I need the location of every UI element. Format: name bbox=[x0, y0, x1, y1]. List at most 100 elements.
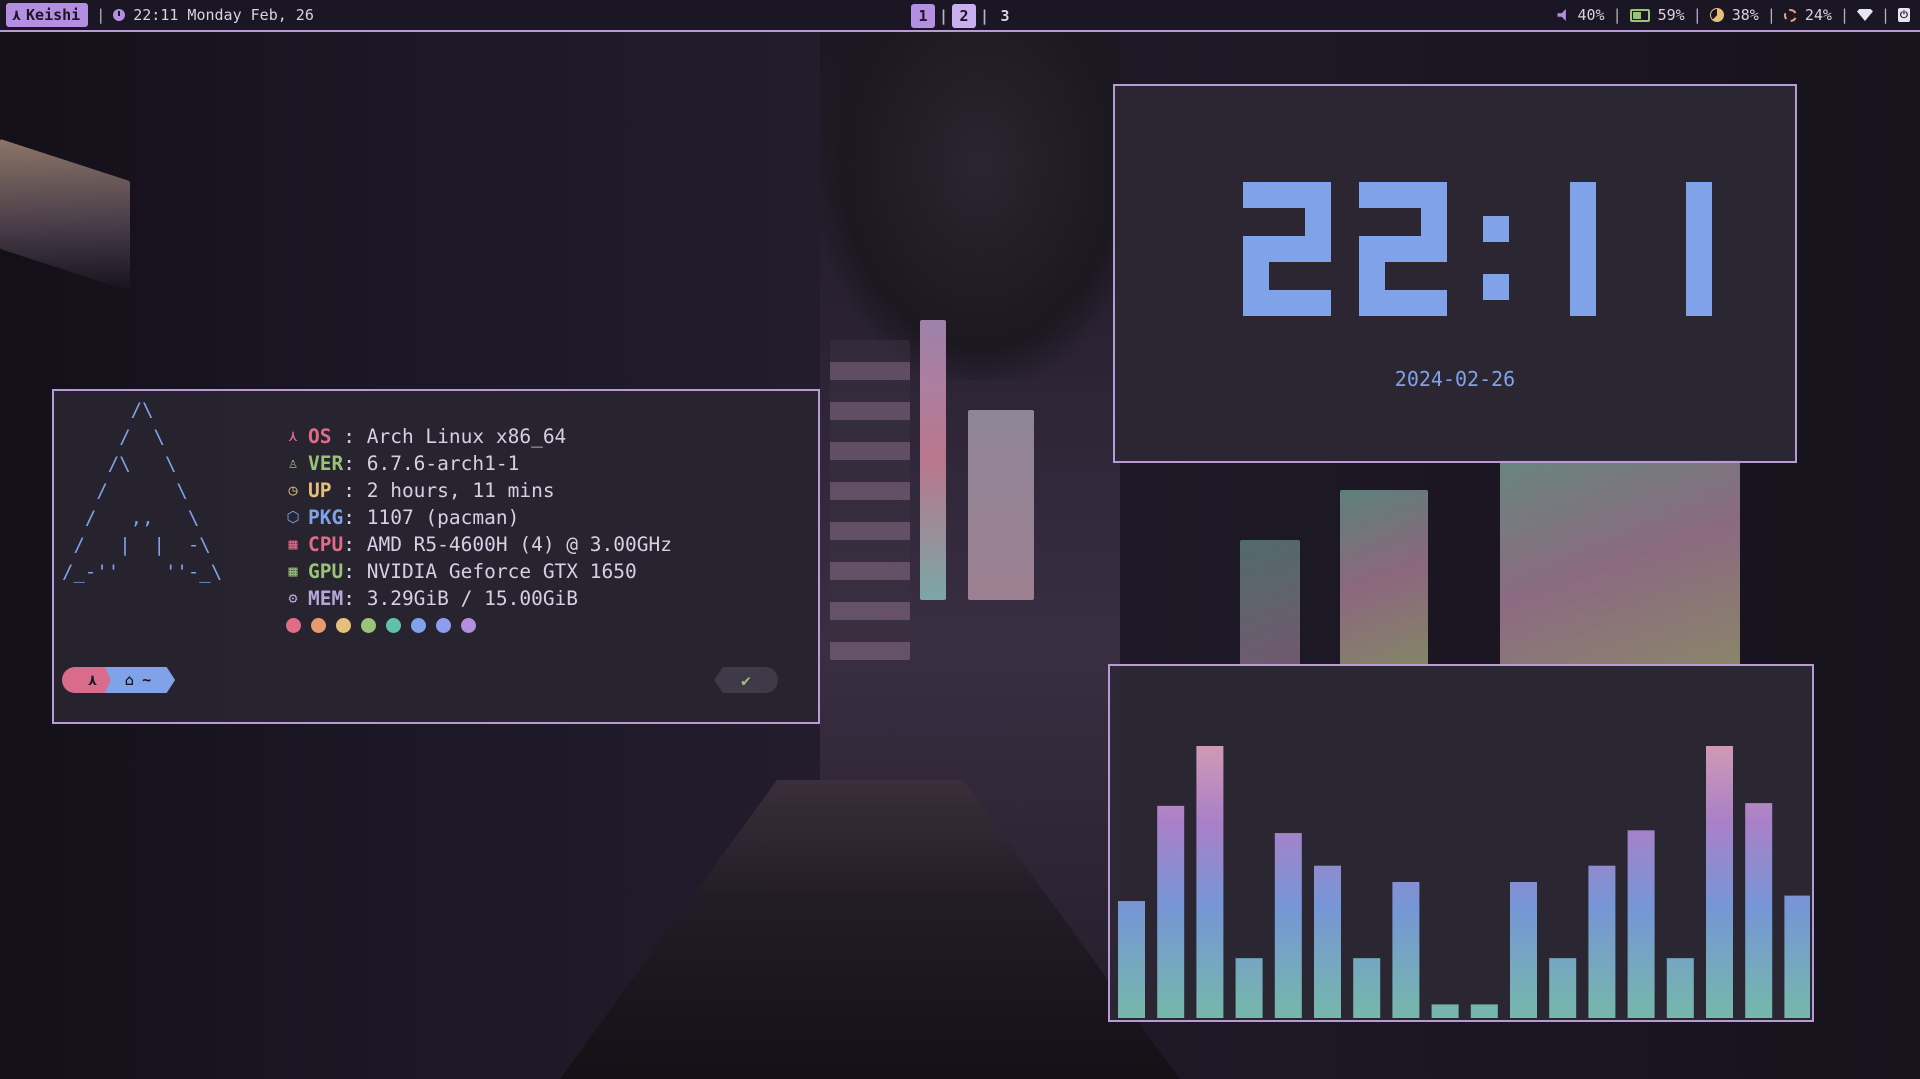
audio-visualizer bbox=[1108, 664, 1814, 1022]
clock-digit bbox=[1570, 182, 1596, 316]
gpu-icon: ▦ bbox=[288, 562, 298, 580]
separator: | bbox=[980, 7, 990, 25]
workspace-switcher: 1 | 2 | 3 bbox=[911, 4, 1017, 28]
home-icon: ⌂ bbox=[125, 671, 135, 689]
info-key: VER bbox=[308, 452, 344, 475]
clock-time bbox=[1243, 182, 1712, 316]
system-stats: 40% | 59% | 38% | 24% | | ⏻ bbox=[1557, 0, 1910, 30]
memory-icon: ⚙ bbox=[288, 589, 298, 607]
separator: | bbox=[1692, 6, 1702, 24]
separator: | bbox=[1766, 6, 1776, 24]
info-value: 6.7.6-arch1-1 bbox=[366, 452, 520, 475]
visualizer-bar bbox=[1118, 901, 1145, 1018]
temperature-value: 24% bbox=[1804, 6, 1832, 24]
wifi-icon[interactable] bbox=[1856, 9, 1873, 21]
palette-dot bbox=[386, 618, 401, 633]
workspace-2-button[interactable]: 2 bbox=[952, 4, 977, 28]
clock-time-text: 22:11 bbox=[1115, 86, 1116, 87]
info-colon: : bbox=[331, 479, 367, 502]
workspace-3-button[interactable]: 3 bbox=[993, 4, 1017, 28]
temperature-icon bbox=[1783, 8, 1797, 22]
visualizer-bar bbox=[1627, 830, 1655, 1018]
user-menu-button[interactable]: ⋏ Keishi bbox=[6, 3, 89, 27]
separator: | bbox=[1612, 6, 1622, 24]
visualizer-bar bbox=[1549, 958, 1577, 1018]
workspace-1-button[interactable]: 1 bbox=[911, 4, 935, 28]
visualizer-bar bbox=[1431, 1004, 1459, 1018]
palette-dot bbox=[411, 618, 426, 633]
visualizer-bar bbox=[1392, 882, 1420, 1018]
cpu-icon: ▦ bbox=[288, 535, 298, 553]
temperature-indicator[interactable]: 24% bbox=[1783, 6, 1832, 24]
info-row-os: ⋏ OS : Arch Linux x86_64 bbox=[282, 423, 672, 450]
info-value: 1107 (pacman) bbox=[366, 506, 520, 529]
visualizer-bar bbox=[1314, 865, 1341, 1018]
info-colon: : bbox=[343, 587, 367, 610]
info-key: UP bbox=[308, 479, 332, 502]
visualizer-bar bbox=[1274, 833, 1302, 1018]
clock-widget: 22:11 2024-02-26 bbox=[1113, 84, 1797, 463]
prompt-dir: ~ bbox=[142, 671, 152, 689]
palette-dot bbox=[286, 618, 301, 633]
top-bar: ⋏ Keishi | 22:11 Monday Feb, 26 1 | 2 | … bbox=[0, 0, 1920, 32]
info-key: MEM bbox=[308, 587, 344, 610]
cpu-indicator[interactable]: 38% bbox=[1709, 6, 1759, 24]
visualizer-bar bbox=[1353, 958, 1381, 1018]
visualizer-bar bbox=[1745, 803, 1773, 1018]
info-value: NVIDIA Geforce GTX 1650 bbox=[366, 560, 637, 583]
wallpaper-sign-3 bbox=[830, 340, 910, 660]
info-colon: : bbox=[331, 425, 367, 448]
terminal-window[interactable]: /\ / \ /\ \ / \ / ,, \ / | | -\ /_-'' ''… bbox=[52, 389, 820, 724]
package-icon: ⬡ bbox=[286, 508, 300, 526]
datetime-label: 22:11 Monday Feb, 26 bbox=[133, 6, 314, 24]
visualizer-bars bbox=[1118, 746, 1810, 1018]
palette-dot bbox=[336, 618, 351, 633]
info-row-mem: ⚙ MEM: 3.29GiB / 15.00GiB bbox=[282, 585, 672, 612]
palette-dot bbox=[436, 618, 451, 633]
wallpaper-sign-2 bbox=[968, 410, 1034, 600]
info-colon: : bbox=[343, 560, 367, 583]
clock-digit-segment bbox=[1570, 182, 1596, 316]
power-icon[interactable]: ⏻ bbox=[1898, 8, 1910, 22]
info-colon: : bbox=[343, 506, 367, 529]
info-value: AMD R5-4600H (4) @ 3.00GHz bbox=[366, 533, 672, 556]
visualizer-bar bbox=[1784, 895, 1810, 1018]
info-colon: : bbox=[343, 452, 367, 475]
volume-icon bbox=[1557, 9, 1566, 21]
shell-prompt: ⋏ ⌂ ~ bbox=[62, 667, 176, 693]
palette-dot bbox=[461, 618, 476, 633]
separator: | bbox=[1839, 6, 1849, 24]
separator: | bbox=[939, 7, 949, 25]
visualizer-bar bbox=[1666, 958, 1694, 1018]
clock-digit bbox=[1359, 182, 1447, 316]
arch-logo-icon: ⋏ bbox=[12, 6, 22, 24]
prompt-status-segment: ✔ bbox=[714, 667, 778, 693]
info-key: OS bbox=[308, 425, 332, 448]
visualizer-bar bbox=[1157, 805, 1185, 1018]
prompt-dir-segment: ⌂ ~ bbox=[105, 667, 176, 693]
info-key: GPU bbox=[308, 560, 344, 583]
system-info: ⋏ OS : Arch Linux x86_64 ♙ VER: 6.7.6-arch… bbox=[282, 423, 672, 633]
arch-ascii-logo: /\ / \ /\ \ / \ / ,, \ / | | -\ /_-'' ''… bbox=[62, 399, 223, 583]
tux-icon: ♙ bbox=[288, 454, 298, 472]
wallpaper-sign-1 bbox=[920, 320, 946, 600]
cpu-value: 38% bbox=[1731, 6, 1759, 24]
info-key: CPU bbox=[308, 533, 344, 556]
clock-date: 2024-02-26 bbox=[1394, 367, 1516, 391]
visualizer-bar bbox=[1706, 746, 1733, 1018]
checkmark-icon: ✔ bbox=[741, 670, 751, 690]
clock-colon bbox=[1483, 216, 1509, 242]
wallpaper-vending-3 bbox=[1240, 540, 1300, 665]
battery-value: 59% bbox=[1657, 6, 1685, 24]
info-value: 3.29GiB / 15.00GiB bbox=[366, 587, 579, 610]
clock-digit bbox=[1686, 182, 1712, 316]
palette-dot bbox=[361, 618, 376, 633]
volume-indicator[interactable]: 40% bbox=[1557, 6, 1605, 24]
info-row-gpu: ▦ GPU: NVIDIA Geforce GTX 1650 bbox=[282, 558, 672, 585]
clock-colon bbox=[1483, 274, 1509, 300]
wallpaper-tree bbox=[820, 20, 1140, 380]
wallpaper-vending-2 bbox=[1500, 460, 1740, 665]
battery-indicator[interactable]: 59% bbox=[1629, 6, 1685, 24]
info-colon: : bbox=[343, 533, 367, 556]
color-palette bbox=[286, 618, 672, 633]
